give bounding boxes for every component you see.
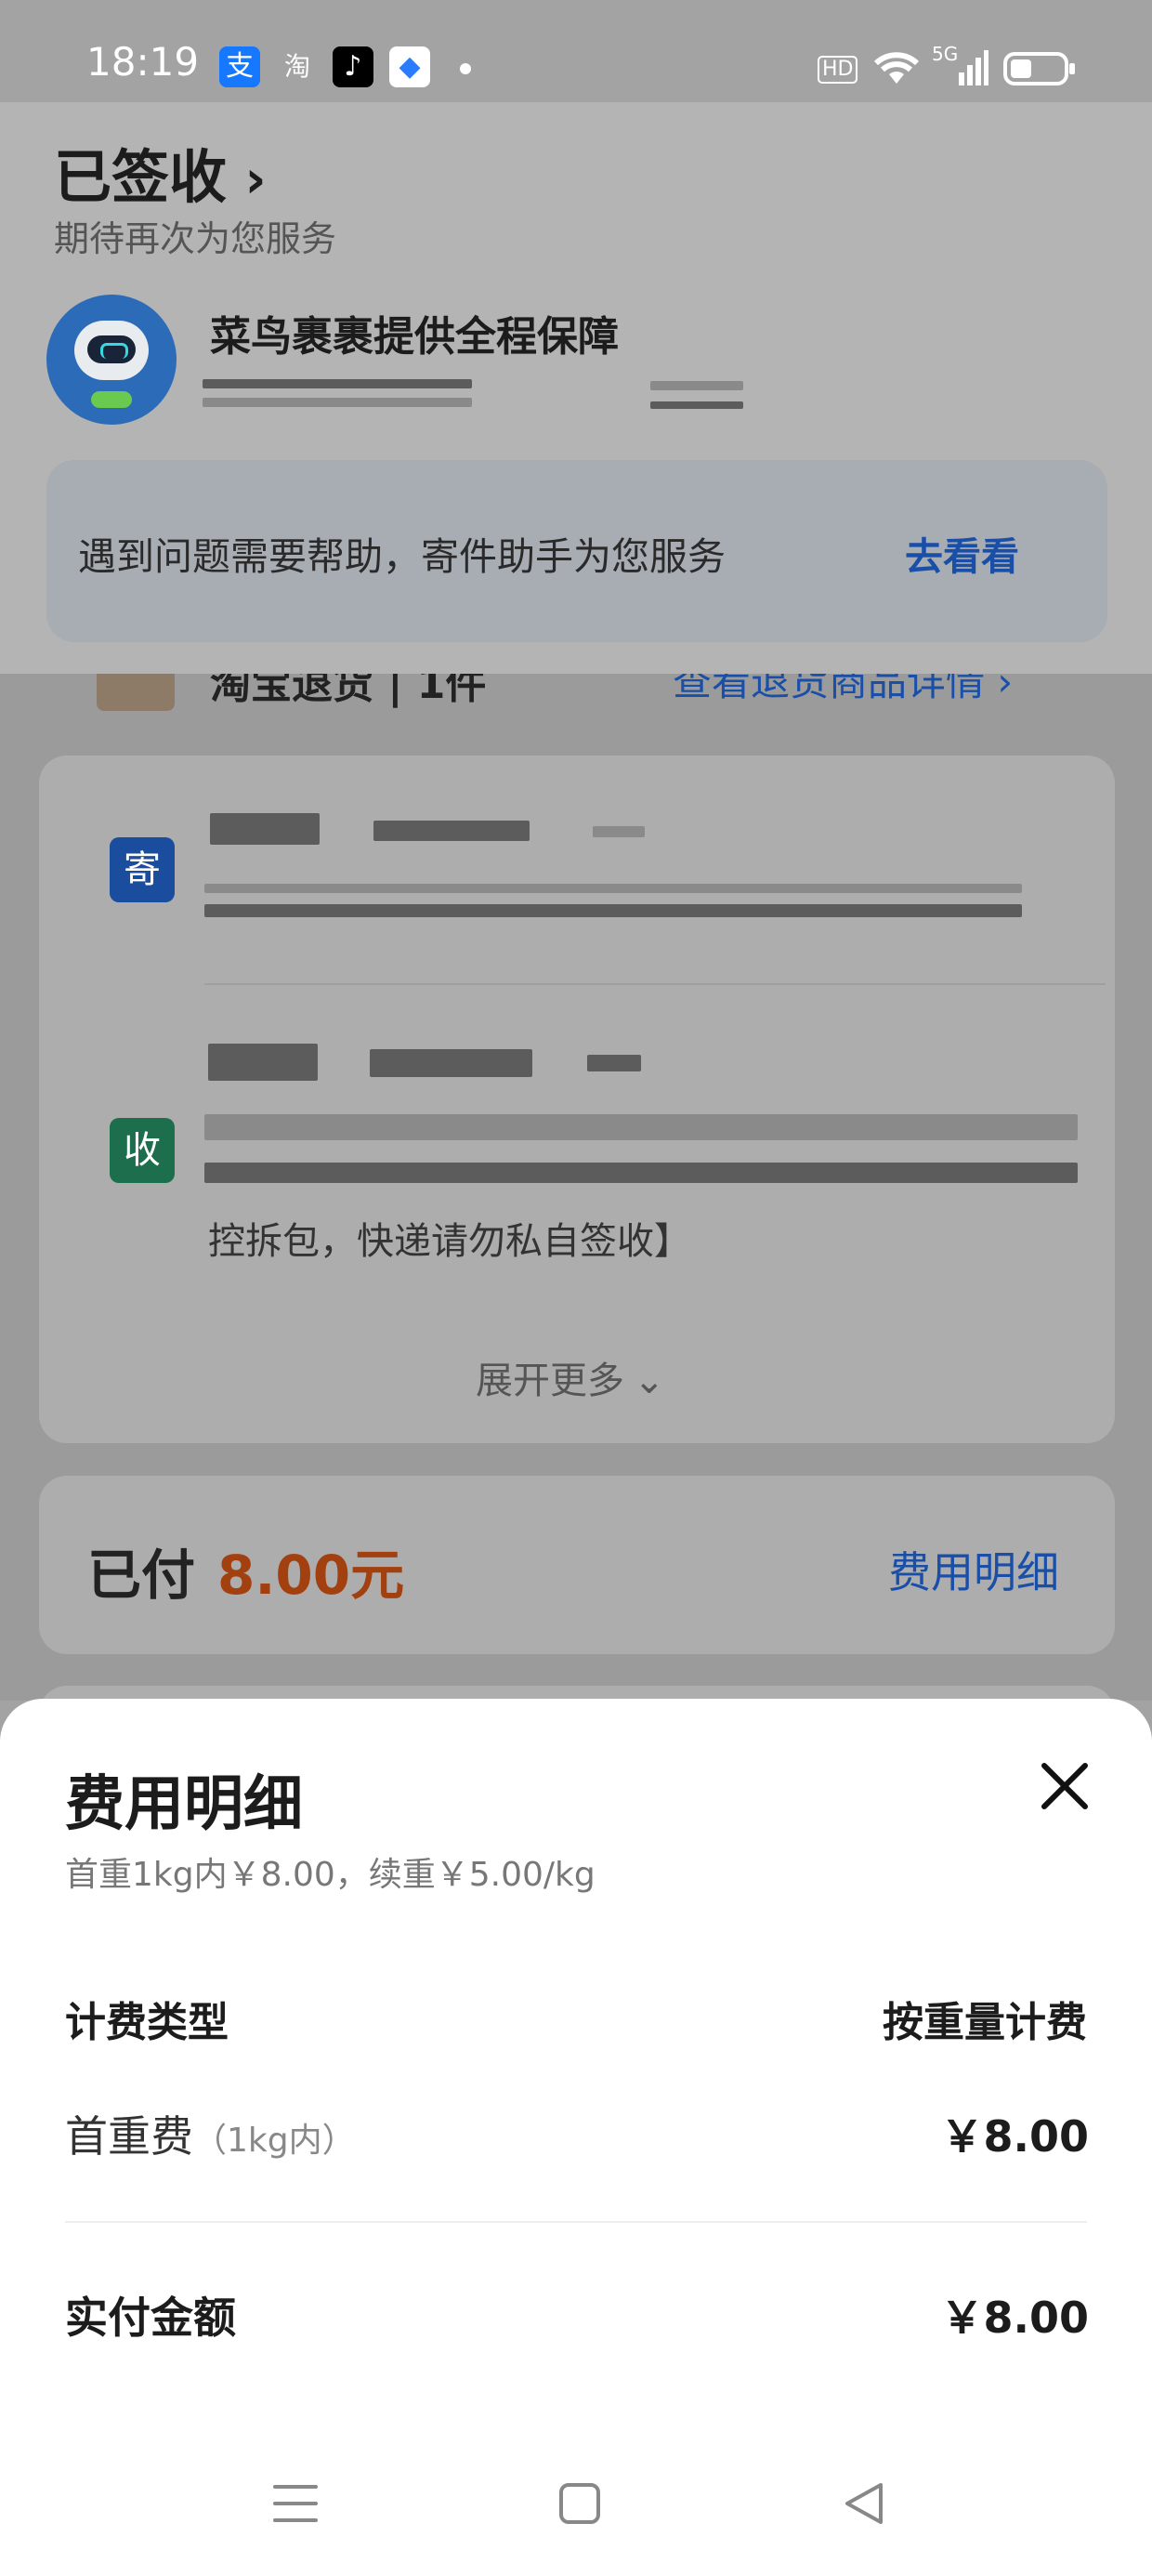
redacted-text bbox=[204, 1114, 1078, 1140]
total-label: 实付金额 bbox=[65, 2293, 236, 2343]
payment-card: 已付 8.00元 费用明细 bbox=[39, 1476, 1115, 1654]
alipay-icon: 支 bbox=[219, 46, 260, 87]
paid-label: 已付 bbox=[87, 1544, 196, 1607]
divider bbox=[204, 983, 1106, 985]
tiktok-icon: ♪ bbox=[333, 46, 373, 87]
redacted-text bbox=[204, 1163, 1078, 1183]
hd-icon: HD bbox=[818, 56, 858, 84]
home-nav-icon[interactable] bbox=[556, 2479, 604, 2528]
network-label: 5G bbox=[932, 43, 959, 65]
redacted-text bbox=[593, 826, 645, 837]
fee-detail-sheet: 费用明细 首重1kg内￥8.00，续重￥5.00/kg 计费类型 按重量计费 首… bbox=[0, 1699, 1152, 2576]
sheet-subtitle: 首重1kg内￥8.00，续重￥5.00/kg bbox=[65, 1856, 596, 1894]
first-weight-value: ￥8.00 bbox=[940, 2111, 1090, 2162]
page-title[interactable]: 已签收 › bbox=[54, 130, 267, 214]
expand-more-button[interactable]: 展开更多 ⌄ bbox=[476, 1350, 665, 1404]
billing-type-value: 按重量计费 bbox=[883, 1999, 1087, 2046]
app-icon: ◆ bbox=[389, 46, 430, 87]
guarantee-text: 菜鸟裹裹提供全程保障 bbox=[210, 313, 619, 361]
order-detail-link[interactable]: 查看退货商品详情 › bbox=[673, 674, 1013, 707]
redacted-text bbox=[650, 381, 743, 390]
order-row[interactable]: 淘宝退货 | 1件 查看退货商品详情 › bbox=[0, 674, 1152, 720]
chevron-down-icon: ⌄ bbox=[634, 1360, 665, 1402]
signal-icon bbox=[959, 48, 988, 89]
receiver-note: 控拆包，快递请勿私自签收】 bbox=[208, 1220, 691, 1263]
page-subtitle: 期待再次为您服务 bbox=[54, 218, 337, 259]
first-weight-note: （1kg内） bbox=[193, 2122, 356, 2160]
sender-badge: 寄 bbox=[110, 837, 175, 902]
help-banner-link[interactable]: 去看看 bbox=[905, 525, 1019, 581]
battery-icon bbox=[1003, 52, 1078, 89]
wifi-icon bbox=[869, 46, 924, 91]
redacted-text bbox=[210, 813, 320, 845]
close-icon[interactable] bbox=[1037, 1758, 1093, 1814]
mascot-avatar bbox=[46, 295, 177, 425]
notification-dot bbox=[460, 63, 471, 74]
redacted-text bbox=[203, 379, 472, 388]
help-banner-text: 遇到问题需要帮助，寄件助手为您服务 bbox=[78, 534, 726, 579]
divider bbox=[65, 2221, 1087, 2223]
taobao-icon: 淘 bbox=[283, 51, 310, 82]
fee-detail-link[interactable]: 费用明细 bbox=[888, 1539, 1059, 1600]
chevron-right-icon: › bbox=[227, 150, 267, 210]
first-weight-label: 首重费（1kg内） bbox=[65, 2111, 356, 2162]
product-thumbnail bbox=[97, 674, 175, 711]
redacted-text bbox=[370, 1049, 532, 1077]
status-time: 18:19 bbox=[86, 39, 200, 85]
status-header-card: 已签收 › 期待再次为您服务 菜鸟裹裹提供全程保障 遇到问题需要帮助，寄件助手为… bbox=[0, 102, 1152, 674]
paid-amount: 8.00元 bbox=[217, 1544, 405, 1607]
redacted-text bbox=[204, 884, 1022, 893]
redacted-text bbox=[204, 904, 1022, 917]
billing-type-label: 计费类型 bbox=[65, 1999, 229, 2046]
receiver-badge: 收 bbox=[110, 1118, 175, 1183]
sheet-title: 费用明细 bbox=[65, 1770, 303, 1839]
redacted-text bbox=[208, 1044, 318, 1081]
redacted-text bbox=[587, 1055, 641, 1071]
menu-nav-icon[interactable] bbox=[269, 2479, 321, 2528]
address-card: 寄 收 控拆包，快递请勿私自签收】 展开更多 ⌄ bbox=[39, 756, 1115, 1443]
redacted-text bbox=[650, 401, 743, 409]
redacted-text bbox=[373, 821, 530, 841]
status-bar: 18:19 支 淘 ♪ ◆ HD 5G bbox=[0, 0, 1152, 102]
redacted-text bbox=[203, 398, 472, 407]
help-banner[interactable]: 遇到问题需要帮助，寄件助手为您服务 去看看 bbox=[46, 460, 1107, 642]
total-value: ￥8.00 bbox=[940, 2293, 1090, 2343]
back-nav-icon[interactable] bbox=[840, 2479, 888, 2528]
order-title: 淘宝退货 | 1件 bbox=[210, 674, 487, 708]
